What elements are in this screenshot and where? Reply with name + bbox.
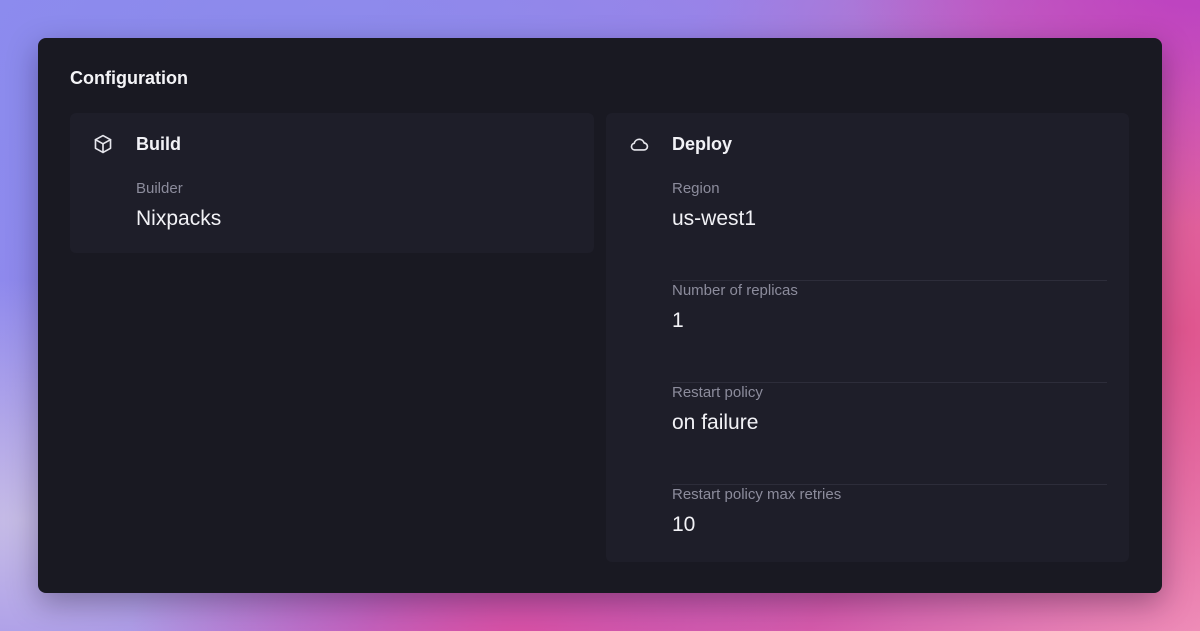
build-title: Build xyxy=(136,134,181,154)
restart-policy-value: on failure xyxy=(672,411,759,434)
build-panel: Build Builder Nixpacks xyxy=(70,113,594,253)
builder-value: Nixpacks xyxy=(136,207,222,230)
cube-icon xyxy=(92,133,114,155)
max-retries-label: Restart policy max retries xyxy=(672,486,842,503)
replicas-label: Number of replicas xyxy=(672,282,798,299)
configuration-title: Configuration xyxy=(70,68,188,88)
build-fields: Builder Nixpacks xyxy=(136,179,572,281)
deploy-title: Deploy xyxy=(672,134,733,154)
cloud-icon xyxy=(628,133,650,155)
restart-policy-label: Restart policy xyxy=(672,384,763,401)
max-retries-field: Restart policy max retries 10 xyxy=(672,485,1107,587)
builder-field: Builder Nixpacks xyxy=(136,179,572,281)
replicas-value: 1 xyxy=(672,309,684,332)
region-value: us-west1 xyxy=(672,207,757,230)
configuration-card: Configuration Build Builder Nixpacks Dep… xyxy=(38,38,1162,593)
region-label: Region xyxy=(672,180,720,197)
builder-label: Builder xyxy=(136,180,183,197)
deploy-fields: Region us-west1 Number of replicas 1 Res… xyxy=(672,179,1107,587)
max-retries-value: 10 xyxy=(672,513,696,536)
replicas-field: Number of replicas 1 xyxy=(672,281,1107,383)
region-field: Region us-west1 xyxy=(672,179,1107,281)
restart-policy-field: Restart policy on failure xyxy=(672,383,1107,485)
deploy-panel: Deploy Region us-west1 Number of replica… xyxy=(606,113,1129,562)
